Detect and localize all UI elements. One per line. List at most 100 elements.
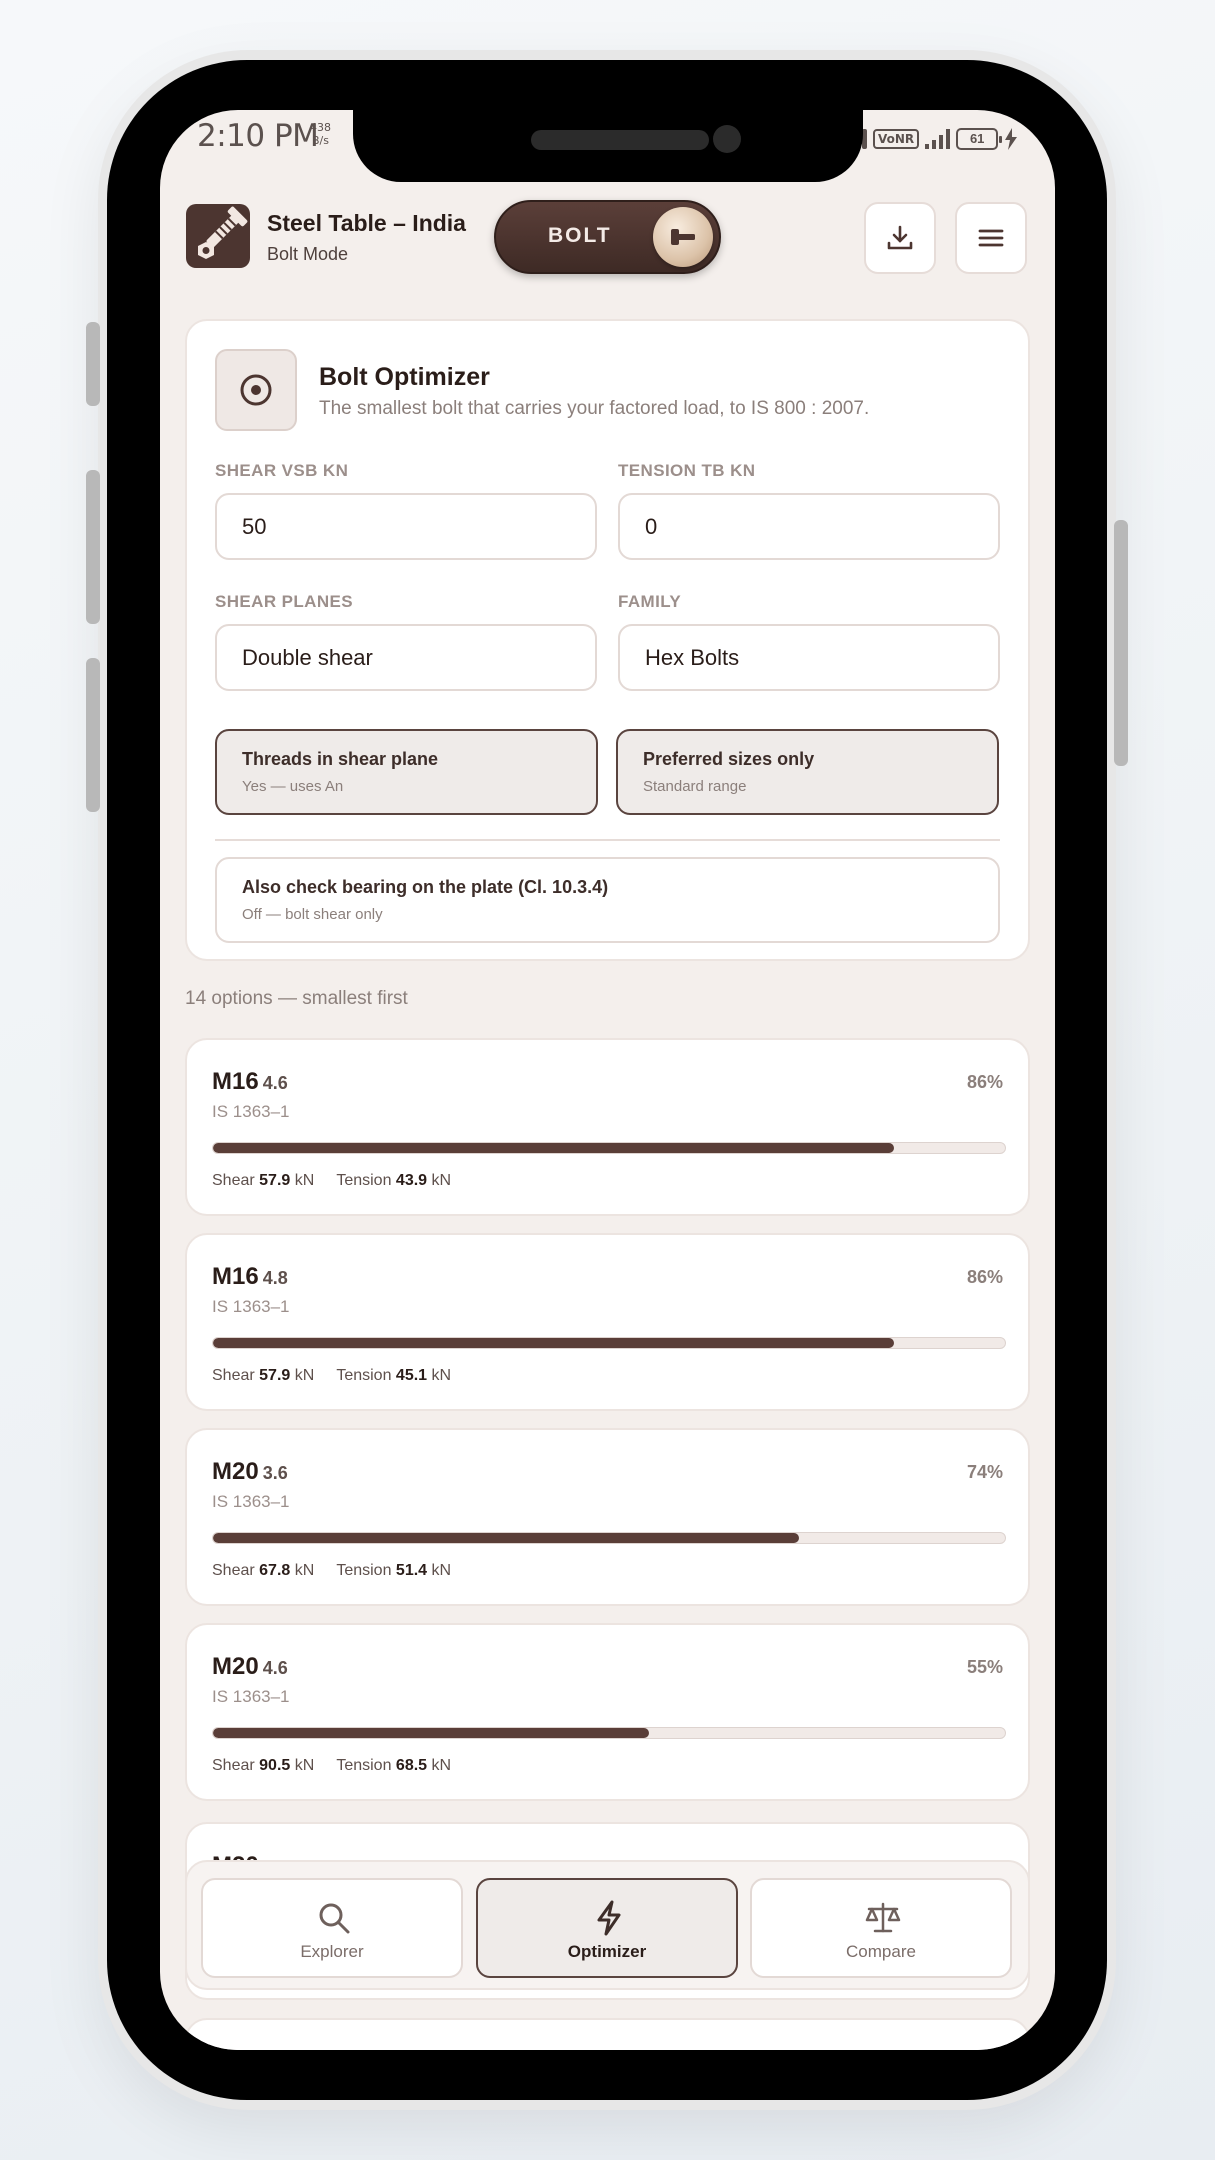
result-card[interactable]: M16 4.8 86% IS 1363–1 Shear 57.9 kN Tension 4…	[185, 1233, 1030, 1411]
phone-side-button	[1114, 520, 1128, 766]
result-card[interactable]: M20 4.6 55% IS 1363–1 Shear 90.5 kN Tension 6…	[185, 1623, 1030, 1801]
shear-value: 57.9	[259, 1367, 291, 1384]
lightning-icon	[597, 1900, 621, 1936]
result-stats: Shear 90.5 kN Tension 68.5 kN	[212, 1757, 451, 1775]
tension-value: 45.1	[395, 1367, 428, 1384]
mode-toggle[interactable]: BOLT	[494, 200, 721, 274]
shear-prefix: Shear	[212, 1757, 255, 1774]
status-icons: VoNR 61	[862, 124, 1018, 154]
phone-side-button	[86, 470, 100, 624]
tension-value: 51.4	[395, 1562, 428, 1579]
phone-screen: 2:10 PM 438 B/s VoNR 61 Steel Table – In…	[160, 110, 1055, 2050]
result-card[interactable]: M16 4.6 86% IS 1363–1 Shear 57.9 kN Tension 4…	[185, 1038, 1030, 1216]
family-select[interactable]: Hex Bolts	[618, 624, 1000, 691]
shear-unit: kN	[294, 1562, 315, 1579]
shear-unit: kN	[294, 1172, 315, 1189]
tension-unit: kN	[431, 1562, 452, 1579]
shear-value: 67.8	[259, 1562, 291, 1579]
charging-bolt-icon	[1005, 128, 1018, 150]
result-size-label: M16	[212, 1263, 259, 1290]
front-camera	[713, 125, 741, 153]
preferred-sizes-toggle[interactable]: Preferred sizes only Standard range	[616, 729, 999, 815]
divider	[215, 839, 1000, 841]
search-icon	[319, 1903, 350, 1934]
optimizer-card: Bolt Optimizer The smallest bolt that ca…	[185, 319, 1030, 961]
nav-optimizer[interactable]: Optimizer	[476, 1878, 738, 1978]
result-grade: 4.6	[262, 1658, 288, 1678]
utilization-bar-fill	[213, 1143, 895, 1153]
shear-value: 57.9	[259, 1172, 291, 1189]
menu-button[interactable]	[955, 202, 1027, 274]
result-size: M16 4.8	[212, 1263, 288, 1291]
result-size-label: M20	[212, 1653, 259, 1680]
tension-input[interactable]: 0	[618, 493, 1000, 560]
shear-value: 90.5	[259, 1757, 291, 1774]
result-standard: IS 1363–1	[212, 1102, 290, 1121]
result-stats: Shear 57.9 kN Tension 43.9 kN	[212, 1172, 451, 1190]
nav-compare-label: Compare	[846, 1942, 916, 1961]
app-title: Steel Table – India	[267, 210, 466, 236]
result-size: M16 4.6	[212, 1068, 288, 1096]
result-utilization: 74%	[966, 1462, 1003, 1482]
app-logo-icon	[186, 204, 250, 268]
result-grade: 3.6	[262, 1463, 288, 1483]
target-icon	[215, 349, 297, 431]
result-size: M20 4.6	[212, 1653, 288, 1681]
shear-label: SHEAR VSB KN	[215, 461, 349, 480]
result-size-label: M16	[212, 1068, 259, 1095]
camera-notch	[353, 110, 863, 182]
app-subtitle: Bolt Mode	[267, 244, 349, 264]
net-speed-value: 438	[310, 121, 331, 134]
download-button[interactable]	[864, 202, 936, 274]
result-grade: 4.6	[262, 1073, 288, 1093]
preferred-toggle-sub: Standard range	[643, 778, 747, 795]
result-card[interactable]: M20 3.6 74% IS 1363–1 Shear 67.8 kN Tension 5…	[185, 1428, 1030, 1606]
preferred-toggle-title: Preferred sizes only	[643, 749, 815, 769]
shear-unit: kN	[294, 1367, 315, 1384]
tension-prefix: Tension	[336, 1367, 392, 1384]
nav-compare[interactable]: Compare	[750, 1878, 1012, 1978]
tension-label: TENSION TB KN	[618, 461, 756, 480]
nav-optimizer-label: Optimizer	[567, 1942, 647, 1961]
utilization-bar	[212, 1142, 1006, 1154]
phone-side-button	[86, 658, 100, 812]
result-standard: IS 1363–1	[212, 1492, 290, 1511]
shear-input[interactable]: 50	[215, 493, 597, 560]
threads-toggle-title: Threads in shear plane	[242, 749, 439, 769]
threads-toggle-sub: Yes — uses An	[242, 778, 344, 795]
tension-prefix: Tension	[336, 1562, 392, 1579]
tension-unit: kN	[431, 1367, 452, 1384]
mode-toggle-knob[interactable]	[653, 207, 713, 267]
status-net-speed: 438 B/s	[310, 121, 331, 147]
result-size: M20 3.6	[212, 1458, 288, 1486]
vonr-badge: VoNR	[873, 129, 920, 149]
mode-toggle-label: BOLT	[548, 224, 612, 247]
bearing-check-toggle[interactable]: Also check bearing on the plate (Cl. 10.…	[215, 857, 1000, 943]
tension-value: 43.9	[395, 1172, 428, 1189]
utilization-bar	[212, 1337, 1006, 1349]
result-utilization: 86%	[966, 1072, 1003, 1092]
result-size-label: M20	[212, 1458, 259, 1485]
shear-planes-label: SHEAR PLANES	[215, 592, 353, 611]
nav-explorer[interactable]: Explorer	[201, 1878, 463, 1978]
scales-icon	[865, 1902, 901, 1933]
result-standard: IS 1363–1	[212, 1297, 290, 1316]
utilization-bar-fill	[213, 1728, 649, 1738]
nav-explorer-label: Explorer	[300, 1942, 364, 1961]
result-standard: IS 1363–1	[212, 1687, 290, 1706]
family-label: FAMILY	[618, 592, 682, 611]
shear-prefix: Shear	[212, 1172, 255, 1189]
options-count: 14 options — smallest first	[185, 988, 408, 1009]
battery-icon: 61	[956, 128, 1003, 150]
bearing-toggle-sub: Off — bolt shear only	[242, 906, 383, 923]
card-peek	[185, 2018, 1030, 2050]
result-utilization: 86%	[966, 1267, 1003, 1287]
tension-prefix: Tension	[336, 1172, 392, 1189]
utilization-bar-fill	[213, 1338, 895, 1348]
bolt-knob-icon	[671, 229, 695, 245]
shear-planes-select[interactable]: Double shear	[215, 624, 597, 691]
bearing-toggle-title: Also check bearing on the plate (Cl. 10.…	[242, 877, 609, 897]
speaker-grille	[531, 130, 709, 150]
tension-value: 68.5	[395, 1757, 428, 1774]
threads-toggle[interactable]: Threads in shear plane Yes — uses An	[215, 729, 598, 815]
